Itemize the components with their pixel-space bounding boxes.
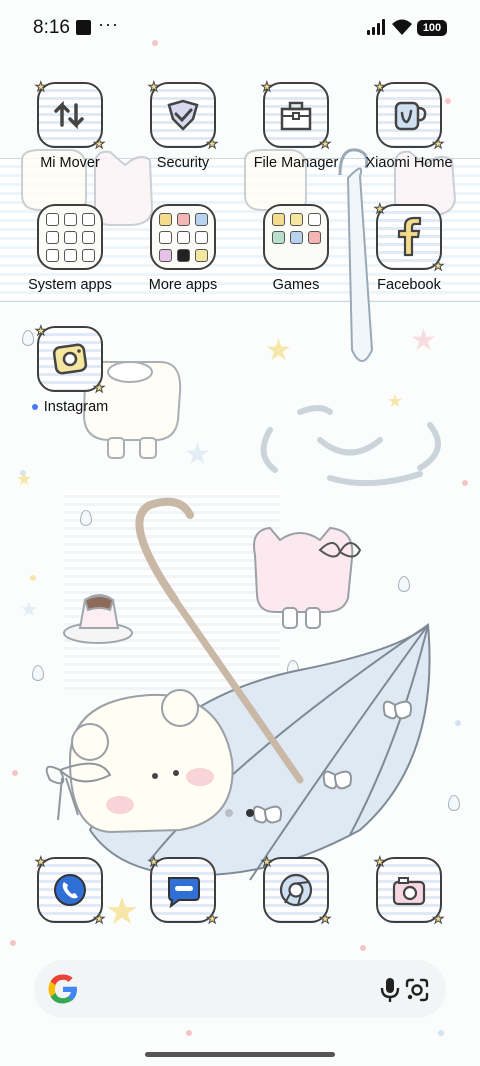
folder-icon [37, 204, 103, 270]
app-security[interactable]: ★ ★ Security [128, 79, 238, 172]
app-xiaomi-home[interactable]: ★ ★ Xiaomi Home [354, 79, 464, 172]
gesture-navigation-bar[interactable] [145, 1052, 335, 1057]
facebook-f-icon [397, 216, 422, 257]
star-icon: ★ [432, 136, 445, 151]
mi-mover-icon: ★ ★ [35, 79, 106, 151]
star-icon: ★ [319, 911, 332, 926]
security-shield-icon: ★ ★ [148, 79, 219, 151]
shield-check-icon [167, 99, 199, 131]
app-label: Games [272, 277, 320, 293]
mug-icon [394, 101, 427, 131]
star-icon: ★ [93, 380, 106, 395]
toolbox-icon [280, 101, 312, 131]
file-manager-icon: ★ ★ [261, 79, 332, 151]
cell-signal-icon [367, 19, 387, 35]
star-icon: ★ [261, 854, 274, 869]
app-label: Xiaomi Home [365, 155, 453, 171]
star-icon: ★ [206, 911, 219, 926]
star-icon: ★ [374, 854, 387, 869]
star-icon: ★ [148, 854, 161, 869]
xiaomi-home-icon: ★ ★ [374, 79, 445, 151]
google-search-bar[interactable] [34, 960, 446, 1018]
page-indicator-dot-active[interactable] [246, 809, 254, 817]
status-bar: 8:16 ··· 100 [0, 0, 480, 56]
dock-app-camera[interactable]: ★ ★ [354, 854, 464, 926]
star-icon: ★ [35, 323, 48, 338]
folder-preview-grid [158, 212, 208, 262]
messages-icon: ★ ★ [148, 854, 219, 926]
folder-preview-grid [271, 212, 321, 262]
star-icon: ★ [374, 79, 387, 94]
app-label: System apps [28, 277, 112, 293]
phone-icon: ★ ★ [35, 854, 106, 926]
folder-icon [150, 204, 216, 270]
notification-icon [76, 20, 91, 35]
dock-app-phone[interactable]: ★ ★ [15, 854, 125, 926]
lens-icon[interactable] [403, 976, 431, 1004]
star-icon: ★ [93, 136, 106, 151]
folder-games[interactable]: Games [241, 204, 351, 293]
app-label: Facebook [377, 277, 441, 293]
folder-preview-grid [45, 212, 95, 262]
folder-icon [263, 204, 329, 270]
chat-bubble-icon [168, 877, 200, 909]
chrome-icon: ★ ★ [261, 854, 332, 926]
star-icon: ★ [432, 911, 445, 926]
google-g-icon[interactable] [45, 971, 81, 1007]
dock-app-chrome[interactable]: ★ ★ [241, 854, 351, 926]
star-icon: ★ [261, 79, 274, 94]
more-notifications-icon: ··· [98, 14, 119, 34]
star-icon: ★ [35, 79, 48, 94]
star-icon: ★ [148, 79, 161, 94]
new-install-dot [31, 404, 38, 411]
folder-system-apps[interactable]: System apps [15, 204, 125, 293]
handset-icon [54, 874, 86, 906]
app-label: Security [156, 155, 210, 171]
app-instagram[interactable]: ★ ★ Instagram [15, 323, 125, 415]
battery-icon: 100 [417, 20, 447, 36]
star-icon: ★ [432, 258, 445, 273]
instagram-icon: ★ ★ [35, 323, 106, 395]
app-label: File Manager [253, 155, 339, 171]
star-icon: ★ [93, 911, 106, 926]
app-label: More apps [148, 277, 218, 293]
star-icon: ★ [206, 136, 219, 151]
wifi-icon [392, 19, 412, 35]
facebook-icon: ★ ★ [374, 201, 445, 273]
status-time: 8:16 [33, 17, 70, 38]
folder-more-apps[interactable]: More apps [128, 204, 238, 293]
dock-app-messages[interactable]: ★ ★ [128, 854, 238, 926]
app-label-text: Instagram [43, 399, 109, 415]
camera-square-icon [52, 343, 88, 375]
app-file-manager[interactable]: ★ ★ File Manager [241, 79, 351, 172]
app-label: Instagram [15, 399, 125, 415]
camera-icon: ★ ★ [374, 854, 445, 926]
app-label: Mi Mover [40, 155, 100, 171]
chrome-logo-icon [279, 873, 313, 907]
star-icon: ★ [35, 854, 48, 869]
camera-body-icon [392, 877, 426, 906]
mic-icon[interactable] [377, 976, 403, 1004]
app-mi-mover[interactable]: ★ ★ Mi Mover [15, 79, 125, 172]
star-icon: ★ [374, 201, 387, 216]
app-facebook[interactable]: ★ ★ Facebook [354, 201, 464, 294]
page-indicator-dot[interactable] [225, 809, 233, 817]
transfer-arrows-icon [54, 100, 84, 130]
star-icon: ★ [319, 136, 332, 151]
